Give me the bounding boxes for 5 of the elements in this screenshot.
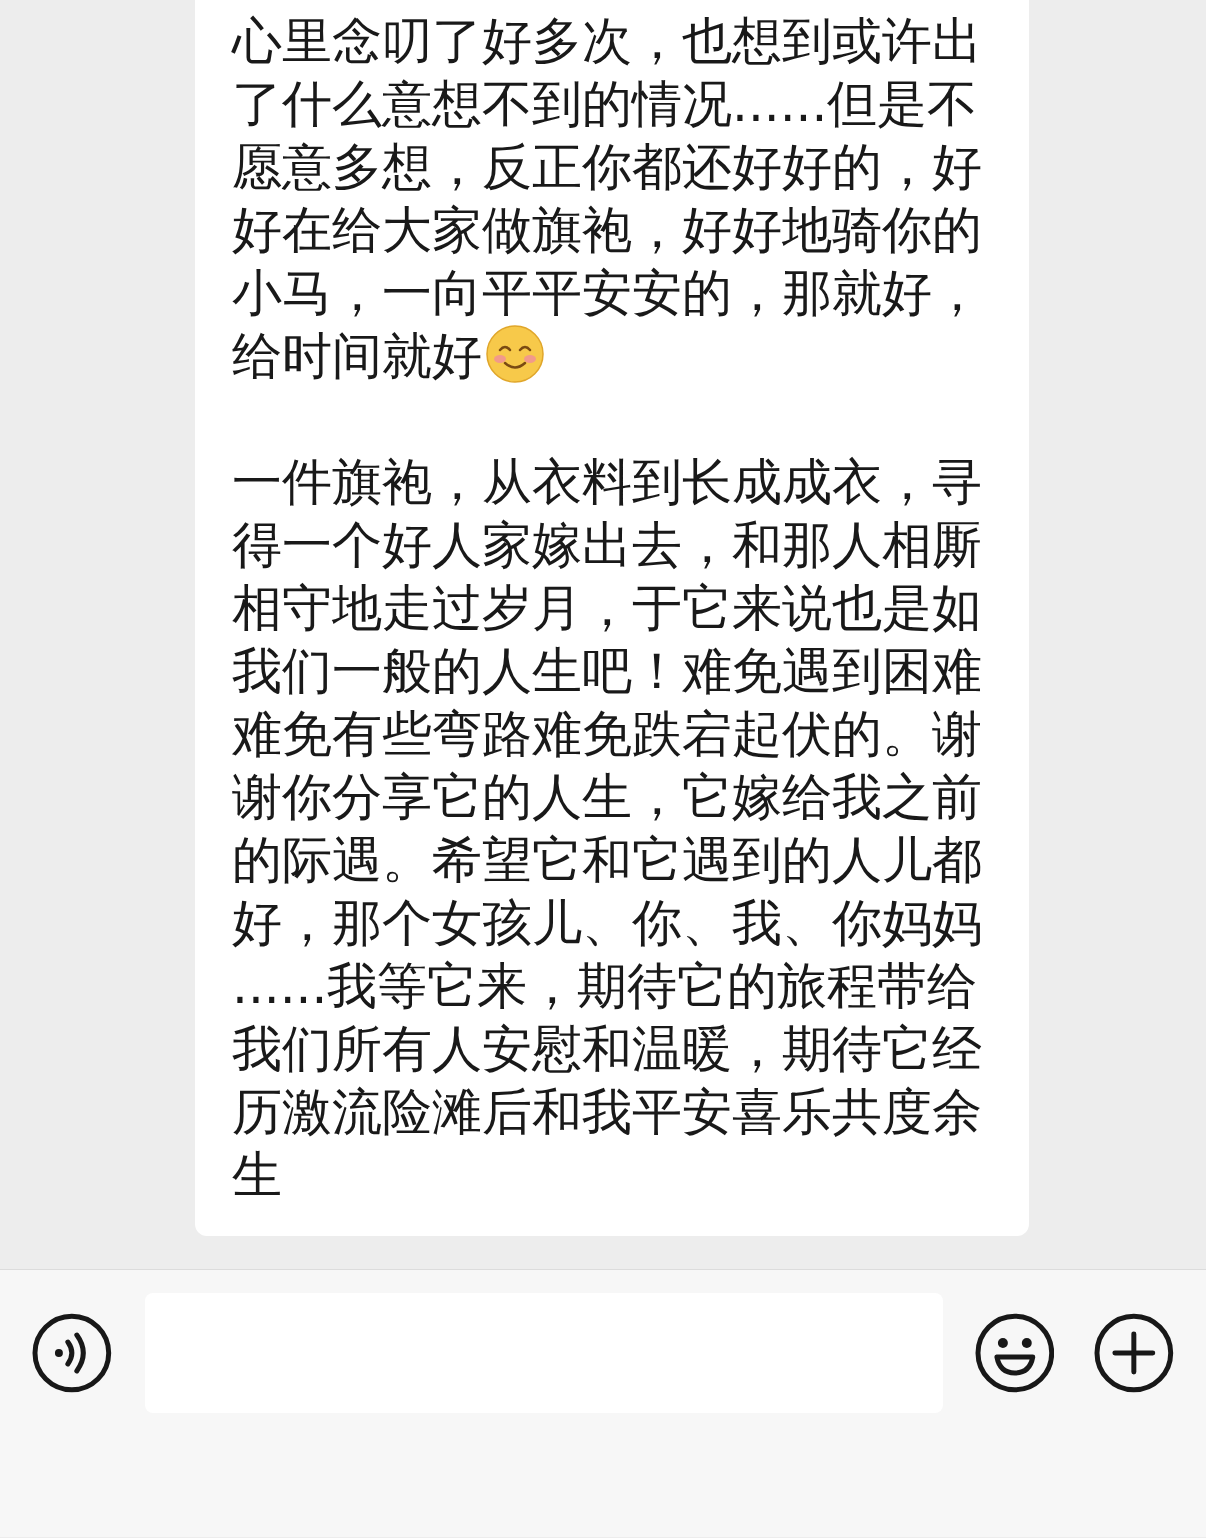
message-text: 心里念叨了好多次，也想到或许出了什么意想不到的情况......但是不愿意多想，反正你都还好好的，好好在给大家做旗袍，好好地骑你的小马，一向平平安安的，那就好，给时间就好: [232, 12, 982, 385]
smiley-icon[interactable]: [974, 1313, 1055, 1393]
plus-icon[interactable]: [1094, 1313, 1174, 1393]
message-text: 一件旗袍，从衣料到长成成衣，寻得一个好人家嫁出去，和那人相厮相守地走过岁月，于它来说也是如我们一般的人生吧！难免遇到困难难免有些弯路难免跌宕起伏的。谢谢你分享它的人生，它嫁给我之前的际遇。希望它和它遇到的人儿都好，那个女孩儿、你、我、你妈妈......我等它来，期待它的旅程带给我们所有人安慰和温暖，期待它经历激流险滩后和我平安喜乐共度余生: [232, 453, 982, 1204]
voice-icon[interactable]: [32, 1313, 112, 1393]
